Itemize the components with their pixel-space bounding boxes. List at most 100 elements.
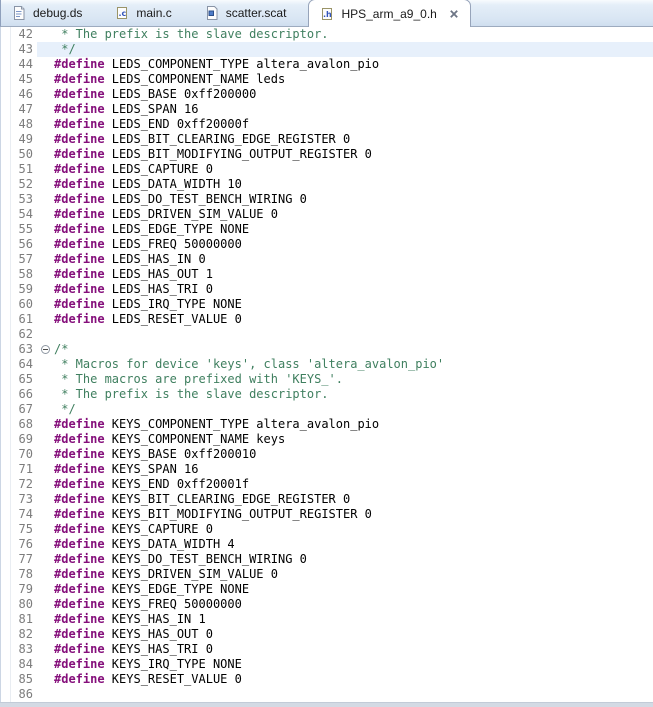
line-number[interactable]: 66 — [1, 387, 37, 402]
line-number[interactable]: 64 — [1, 357, 37, 372]
line-number[interactable]: 49 — [1, 132, 37, 147]
line-number[interactable]: 52 — [1, 177, 37, 192]
code-line[interactable]: 77 #define KEYS_DO_TEST_BENCH_WIRING 0 — [1, 552, 653, 567]
line-number[interactable]: 75 — [1, 522, 37, 537]
line-number[interactable]: 86 — [1, 687, 37, 702]
horizontal-scrollbar[interactable] — [0, 702, 653, 707]
code-line[interactable]: 55 #define LEDS_EDGE_TYPE NONE — [1, 222, 653, 237]
tab-scatter-scat[interactable]: scatter.scat — [194, 0, 309, 26]
collapse-minus-icon[interactable] — [41, 345, 50, 354]
tab-hps-arm-a9-0-h[interactable]: .h HPS_arm_a9_0.h — [308, 0, 471, 27]
tab-debug-ds[interactable]: debug.ds — [1, 0, 104, 26]
line-number[interactable]: 56 — [1, 237, 37, 252]
line-number[interactable]: 44 — [1, 57, 37, 72]
code-line[interactable]: 64 * Macros for device 'keys', class 'al… — [1, 357, 653, 372]
line-number[interactable]: 70 — [1, 447, 37, 462]
line-number[interactable]: 81 — [1, 612, 37, 627]
line-number[interactable]: 68 — [1, 417, 37, 432]
code-line[interactable]: 70 #define KEYS_BASE 0xff200010 — [1, 447, 653, 462]
line-number[interactable]: 47 — [1, 102, 37, 117]
line-number[interactable]: 79 — [1, 582, 37, 597]
code-line[interactable]: 57 #define LEDS_HAS_IN 0 — [1, 252, 653, 267]
line-number[interactable]: 60 — [1, 297, 37, 312]
code-line[interactable]: 54 #define LEDS_DRIVEN_SIM_VALUE 0 — [1, 207, 653, 222]
line-number[interactable]: 72 — [1, 477, 37, 492]
line-number[interactable]: 67 — [1, 402, 37, 417]
line-number[interactable]: 71 — [1, 462, 37, 477]
line-number[interactable]: 85 — [1, 672, 37, 687]
comment-text: * The prefix is the slave descriptor. — [54, 27, 329, 41]
code-line[interactable]: 76 #define KEYS_DATA_WIDTH 4 — [1, 537, 653, 552]
line-number[interactable]: 76 — [1, 537, 37, 552]
code-line[interactable]: 85 #define KEYS_RESET_VALUE 0 — [1, 672, 653, 687]
code-line[interactable]: 63 /* — [1, 342, 653, 357]
code-line[interactable]: 65 * The macros are prefixed with 'KEYS_… — [1, 372, 653, 387]
code-line[interactable]: 69 #define KEYS_COMPONENT_NAME keys — [1, 432, 653, 447]
code-line[interactable]: 68 #define KEYS_COMPONENT_TYPE altera_ava… — [1, 417, 653, 432]
code-line[interactable]: 86 — [1, 687, 653, 702]
line-number[interactable]: 46 — [1, 87, 37, 102]
code-line[interactable]: 56 #define LEDS_FREQ 50000000 — [1, 237, 653, 252]
code-line[interactable]: 44 #define LEDS_COMPONENT_TYPE altera_ava… — [1, 57, 653, 72]
code-line[interactable]: 73 #define KEYS_BIT_CLEARING_EDGE_REGISTE… — [1, 492, 653, 507]
line-number[interactable]: 43 — [1, 42, 37, 57]
code-line[interactable]: 67 */ — [1, 402, 653, 417]
line-number[interactable]: 50 — [1, 147, 37, 162]
line-number[interactable]: 42 — [1, 27, 37, 42]
code-line[interactable]: 81 #define KEYS_HAS_IN 1 — [1, 612, 653, 627]
line-number[interactable]: 83 — [1, 642, 37, 657]
line-number[interactable]: 84 — [1, 657, 37, 672]
code-line[interactable]: 50 #define LEDS_BIT_MODIFYING_OUTPUT_REGI… — [1, 147, 653, 162]
code-line[interactable]: 78 #define KEYS_DRIVEN_SIM_VALUE 0 — [1, 567, 653, 582]
line-number[interactable]: 59 — [1, 282, 37, 297]
code-line[interactable]: 53 #define LEDS_DO_TEST_BENCH_WIRING 0 — [1, 192, 653, 207]
line-number[interactable]: 73 — [1, 492, 37, 507]
line-number[interactable]: 48 — [1, 117, 37, 132]
code-line[interactable]: 80 #define KEYS_FREQ 50000000 — [1, 597, 653, 612]
line-number[interactable]: 63 — [1, 342, 37, 357]
code-line[interactable]: 75 #define KEYS_CAPTURE 0 — [1, 522, 653, 537]
code-line[interactable]: 43 */ — [1, 42, 653, 57]
code-line[interactable]: 42 * The prefix is the slave descriptor. — [1, 27, 653, 42]
line-number[interactable]: 65 — [1, 372, 37, 387]
code-line[interactable]: 51 #define LEDS_CAPTURE 0 — [1, 162, 653, 177]
code-line[interactable]: 66 * The prefix is the slave descriptor. — [1, 387, 653, 402]
code-line[interactable]: 49 #define LEDS_BIT_CLEARING_EDGE_REGISTE… — [1, 132, 653, 147]
code-line[interactable]: 62 — [1, 327, 653, 342]
preprocessor-keyword: #define — [54, 477, 105, 491]
code-line[interactable]: 47 #define LEDS_SPAN 16 — [1, 102, 653, 117]
line-number[interactable]: 77 — [1, 552, 37, 567]
code-line[interactable]: 58 #define LEDS_HAS_OUT 1 — [1, 267, 653, 282]
tab-main-c[interactable]: .c main.c — [104, 0, 193, 26]
line-number[interactable]: 80 — [1, 597, 37, 612]
preprocessor-keyword: #define — [54, 57, 105, 71]
line-number[interactable]: 54 — [1, 207, 37, 222]
code-line[interactable]: 74 #define KEYS_BIT_MODIFYING_OUTPUT_REGI… — [1, 507, 653, 522]
line-number[interactable]: 74 — [1, 507, 37, 522]
code-line[interactable]: 46 #define LEDS_BASE 0xff200000 — [1, 87, 653, 102]
line-number[interactable]: 51 — [1, 162, 37, 177]
line-number[interactable]: 82 — [1, 627, 37, 642]
code-line[interactable]: 48 #define LEDS_END 0xff20000f — [1, 117, 653, 132]
line-number[interactable]: 69 — [1, 432, 37, 447]
code-line[interactable]: 83 #define KEYS_HAS_TRI 0 — [1, 642, 653, 657]
code-line[interactable]: 71 #define KEYS_SPAN 16 — [1, 462, 653, 477]
code-line[interactable]: 61 #define LEDS_RESET_VALUE 0 — [1, 312, 653, 327]
close-icon[interactable] — [447, 7, 461, 21]
line-number[interactable]: 58 — [1, 267, 37, 282]
line-number[interactable]: 55 — [1, 222, 37, 237]
code-line[interactable]: 59 #define LEDS_HAS_TRI 0 — [1, 282, 653, 297]
line-number[interactable]: 45 — [1, 72, 37, 87]
code-line[interactable]: 60 #define LEDS_IRQ_TYPE NONE — [1, 297, 653, 312]
code-line[interactable]: 79 #define KEYS_EDGE_TYPE NONE — [1, 582, 653, 597]
line-number[interactable]: 53 — [1, 192, 37, 207]
code-line[interactable]: 84 #define KEYS_IRQ_TYPE NONE — [1, 657, 653, 672]
code-line[interactable]: 45 #define LEDS_COMPONENT_NAME leds — [1, 72, 653, 87]
code-line[interactable]: 52 #define LEDS_DATA_WIDTH 10 — [1, 177, 653, 192]
line-number[interactable]: 57 — [1, 252, 37, 267]
line-number[interactable]: 62 — [1, 327, 37, 342]
code-line[interactable]: 82 #define KEYS_HAS_OUT 0 — [1, 627, 653, 642]
line-number[interactable]: 78 — [1, 567, 37, 582]
code-line[interactable]: 72 #define KEYS_END 0xff20001f — [1, 477, 653, 492]
line-number[interactable]: 61 — [1, 312, 37, 327]
